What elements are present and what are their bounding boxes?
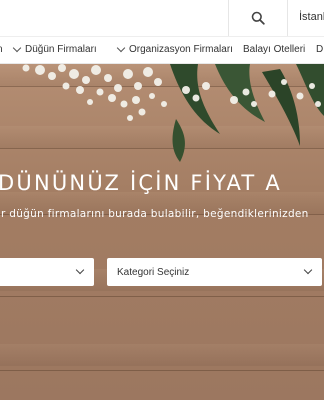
chevron-down-icon bbox=[12, 43, 22, 53]
nav-item-label: Düğün Firmaları bbox=[25, 44, 97, 55]
nav-item-partial[interactable]: n bbox=[0, 44, 3, 55]
nav-item-label: n bbox=[0, 44, 3, 55]
nav-item-organization-vendors[interactable]: Organizasyon Firmaları bbox=[116, 43, 233, 55]
flower-decoration bbox=[22, 64, 324, 162]
hero-subtitle: r düğün firmalarını burada bulabilir, be… bbox=[1, 208, 309, 220]
nav-item-honeymoon-hotels[interactable]: Balayı Otelleri bbox=[243, 44, 305, 55]
chevron-down-icon bbox=[116, 43, 126, 53]
search-icon bbox=[251, 11, 265, 25]
chevron-down-icon bbox=[75, 265, 85, 275]
top-bar: İstanbul bbox=[0, 0, 324, 36]
hero-banner: DÜNÜNÜZ İÇİN FİYAT A r düğün firmalarını… bbox=[0, 64, 324, 400]
location-select[interactable] bbox=[0, 258, 94, 286]
chevron-down-icon bbox=[303, 265, 313, 275]
nav-item-partial-right[interactable]: D bbox=[316, 44, 323, 55]
category-select[interactable]: Kategori Seçiniz bbox=[107, 258, 322, 286]
nav-item-label: Organizasyon Firmaları bbox=[129, 44, 233, 55]
main-nav: n Düğün Firmaları Organizasyon Firmaları… bbox=[0, 36, 324, 64]
hero-title: DÜNÜNÜZ İÇİN FİYAT A bbox=[0, 171, 282, 195]
category-select-value: Kategori Seçiniz bbox=[117, 267, 190, 278]
divider bbox=[287, 0, 288, 36]
nav-item-wedding-vendors[interactable]: Düğün Firmaları bbox=[12, 43, 97, 55]
search-button[interactable] bbox=[229, 0, 287, 36]
city-selector[interactable]: İstanbul bbox=[299, 11, 324, 23]
nav-item-label: Balayı Otelleri bbox=[243, 44, 306, 55]
nav-item-label: D bbox=[316, 44, 324, 55]
